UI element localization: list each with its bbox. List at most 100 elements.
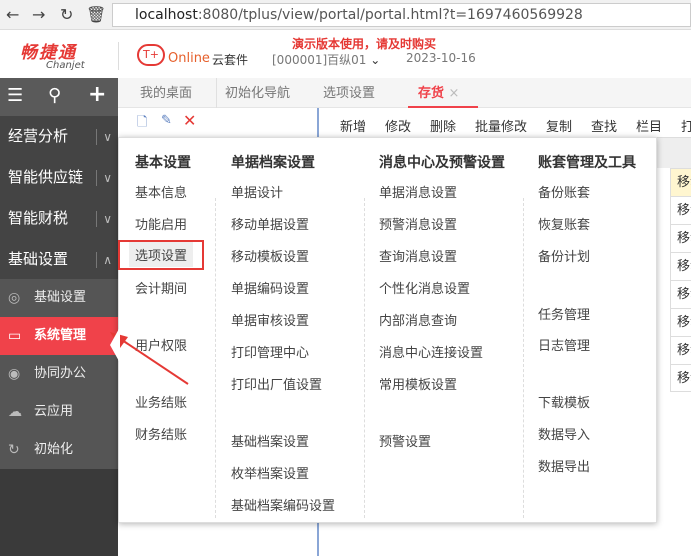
url-path: :8080/tplus/view/portal/portal.html?t=16… xyxy=(197,7,583,23)
chevron-down-icon: ∨ xyxy=(96,170,112,186)
close-icon[interactable]: × xyxy=(449,86,460,101)
sidebar-group-analysis[interactable]: 经营分析 ∨ xyxy=(0,116,118,157)
menu-item[interactable]: 数据导入 xyxy=(538,424,590,443)
menu-item[interactable]: 基础档案设置 xyxy=(231,431,309,450)
table-row[interactable]: 移动 xyxy=(670,308,691,336)
demo-notice: 演示版本使用，请及时购买 xyxy=(292,37,437,51)
menu-item[interactable]: 打印出厂值设置 xyxy=(231,374,322,393)
online-logo-icon: T+ xyxy=(137,44,165,66)
table-row[interactable]: 移动 xyxy=(670,168,691,196)
item-label: 系统管理 xyxy=(34,328,87,343)
url-bar[interactable]: localhost:8080/tplus/view/portal/portal.… xyxy=(112,3,691,27)
tab-init-nav[interactable]: 初始化导航 xyxy=(216,78,290,108)
back-icon[interactable]: ← xyxy=(6,5,19,24)
account-label: [000001]百纵01 xyxy=(272,53,367,67)
menu-item[interactable]: 数据导出 xyxy=(538,456,590,475)
columns-button[interactable]: 栏目 xyxy=(636,116,662,135)
reload-icon[interactable]: ↻ xyxy=(60,5,73,24)
menu-item[interactable]: 财务结账 xyxy=(135,424,187,443)
menu-item[interactable]: 功能启用 xyxy=(135,214,187,233)
active-pointer xyxy=(110,327,120,363)
menu-item[interactable]: 移动单据设置 xyxy=(231,214,309,233)
menu-item[interactable]: 查询消息设置 xyxy=(379,246,457,265)
camera-icon: ◎ xyxy=(8,290,21,306)
delete-button[interactable]: 删除 xyxy=(430,116,456,135)
menu-item[interactable]: 内部消息查询 xyxy=(379,310,457,329)
menu-item[interactable]: 预警消息设置 xyxy=(379,214,457,233)
group-label: 智能供应链 xyxy=(8,168,84,186)
print-button[interactable]: 打 xyxy=(681,116,691,135)
menu-heading: 单据档案设置 xyxy=(231,155,315,171)
menu-item[interactable]: 单据审核设置 xyxy=(231,310,309,329)
menu-item[interactable]: 常用模板设置 xyxy=(379,374,457,393)
menu-item[interactable]: 备份账套 xyxy=(538,182,590,201)
table-row[interactable]: 移动 xyxy=(670,364,691,392)
item-label: 初始化 xyxy=(34,442,74,457)
edit-icon[interactable]: ✎ xyxy=(161,113,172,128)
cloud-icon: ☁ xyxy=(8,404,22,420)
tab-inventory[interactable]: 存货 × xyxy=(408,78,478,108)
new-doc-icon[interactable]: 🗋 xyxy=(137,113,147,135)
chevron-down-icon: ⌄ xyxy=(370,53,381,67)
add-icon[interactable]: + xyxy=(88,82,106,107)
table-row[interactable]: 移动 xyxy=(670,280,691,308)
menu-item[interactable]: 日志管理 xyxy=(538,335,590,354)
menu-item[interactable]: 恢复账套 xyxy=(538,214,590,233)
sidebar-item-basic-settings[interactable]: ◎ 基础设置 xyxy=(0,279,118,317)
menu-item[interactable]: 枚举档案设置 xyxy=(231,463,309,482)
menu-item[interactable]: 移动模板设置 xyxy=(231,246,309,265)
sidebar: ☰ ⚲ + 经营分析 ∨ 智能供应链 ∨ 智能财税 ∨ 基础设置 ∧ ◎ 基础设置 ▭ 系统… xyxy=(0,78,118,556)
sidebar-item-initialization[interactable]: ↻ 初始化 xyxy=(0,431,118,469)
menu-item[interactable]: 基础档案编码设置 xyxy=(231,495,335,514)
tab-bar: 我的桌面 初始化导航 选项设置 存货 × xyxy=(118,78,691,108)
account-selector[interactable]: [000001]百纵01 ⌄ xyxy=(272,51,380,68)
menu-item[interactable]: 打印管理中心 xyxy=(231,342,309,361)
batch-edit-button[interactable]: 批量修改 xyxy=(475,116,527,135)
sidebar-toolbar: ☰ ⚲ + xyxy=(0,78,118,116)
menu-item[interactable]: 单据编码设置 xyxy=(231,278,309,297)
menu-item[interactable]: 单据消息设置 xyxy=(379,182,457,201)
menu-heading: 消息中心及预警设置 xyxy=(379,155,505,171)
menu-heading: 基本设置 xyxy=(135,155,191,171)
product-name: Online xyxy=(168,51,210,66)
add-button[interactable]: 新增 xyxy=(340,116,366,135)
menu-item[interactable]: 预警设置 xyxy=(379,431,431,450)
tab-my-desktop[interactable]: 我的桌面 xyxy=(140,78,192,108)
menu-icon[interactable]: ☰ xyxy=(7,85,23,106)
table-row[interactable]: 移动 xyxy=(670,252,691,280)
sidebar-group-basic-settings[interactable]: 基础设置 ∧ xyxy=(0,239,118,280)
menu-item[interactable]: 备份计划 xyxy=(538,246,590,265)
find-button[interactable]: 查找 xyxy=(591,116,617,135)
tab-options[interactable]: 选项设置 xyxy=(323,78,375,108)
sidebar-group-supply-chain[interactable]: 智能供应链 ∨ xyxy=(0,157,118,198)
group-label: 智能财税 xyxy=(8,209,69,227)
menu-item[interactable]: 下载模板 xyxy=(538,392,590,411)
menu-item[interactable]: 基本信息 xyxy=(135,182,187,201)
copy-button[interactable]: 复制 xyxy=(546,116,572,135)
tab-label: 存货 xyxy=(418,86,445,101)
sidebar-group-finance[interactable]: 智能财税 ∨ xyxy=(0,198,118,239)
edit-button[interactable]: 修改 xyxy=(385,116,411,135)
table-row[interactable]: 移动 xyxy=(670,196,691,224)
refresh-icon: ↻ xyxy=(8,442,20,458)
table-row[interactable]: 移动 xyxy=(670,336,691,364)
group-label: 基础设置 xyxy=(8,250,69,268)
table-row[interactable]: 移动 xyxy=(670,224,691,252)
table-header xyxy=(657,138,691,168)
item-label: 云应用 xyxy=(34,404,74,419)
login-date: 2023-10-16 xyxy=(406,51,476,65)
search-icon[interactable]: ⚲ xyxy=(48,85,61,106)
product-suffix: 云套件 xyxy=(212,53,249,67)
browser-bar: ← → ↻ 🗑 localhost:8080/tplus/view/portal… xyxy=(0,0,691,30)
menu-item[interactable]: 任务管理 xyxy=(538,304,590,323)
chevron-up-icon: ∧ xyxy=(96,252,112,268)
group-label: 经营分析 xyxy=(8,127,69,145)
delete-icon[interactable]: ✕ xyxy=(183,111,196,130)
menu-item[interactable]: 消息中心连接设置 xyxy=(379,342,483,361)
action-toolbar: 新增 修改 删除 批量修改 复制 查找 栏目 打 xyxy=(320,108,691,138)
menu-item[interactable]: 会计期间 xyxy=(135,278,187,297)
forward-icon[interactable]: → xyxy=(32,5,45,24)
menu-item[interactable]: 单据设计 xyxy=(231,182,283,201)
menu-item[interactable]: 个性化消息设置 xyxy=(379,278,470,297)
trash-icon[interactable]: 🗑 xyxy=(86,5,106,24)
